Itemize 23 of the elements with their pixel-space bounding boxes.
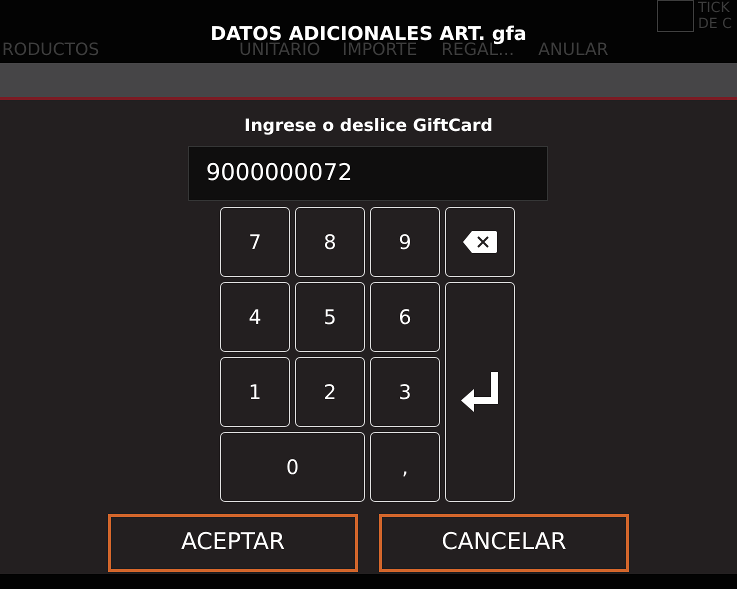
giftcard-input[interactable]: 9000000072 <box>188 146 548 200</box>
key[interactable]: 1 <box>220 356 290 426</box>
enter-key[interactable] <box>445 282 515 502</box>
key[interactable]: 6 <box>370 282 440 352</box>
key[interactable]: 9 <box>370 206 440 276</box>
key[interactable]: 8 <box>295 206 365 276</box>
enter-icon <box>461 372 499 412</box>
key[interactable]: , <box>370 432 440 502</box>
column-header: IMPORTE <box>342 40 418 61</box>
key[interactable]: 4 <box>220 282 290 352</box>
column-header: UNITARIO <box>239 40 320 61</box>
backspace-icon <box>462 230 498 254</box>
key[interactable]: 5 <box>295 282 365 352</box>
key[interactable]: 2 <box>295 356 365 426</box>
action-button[interactable]: CANCELAR <box>379 514 629 572</box>
column-header: ANULAR <box>538 40 608 61</box>
column-header: RODUCTOS <box>2 40 100 61</box>
prompt-label: Ingrese o deslice GiftCard <box>243 115 494 138</box>
key[interactable]: 0 <box>220 432 365 502</box>
key[interactable]: 7 <box>220 206 290 276</box>
action-button[interactable]: ACEPTAR <box>108 514 358 572</box>
key[interactable]: 3 <box>370 356 440 426</box>
backspace-key[interactable] <box>445 206 515 276</box>
